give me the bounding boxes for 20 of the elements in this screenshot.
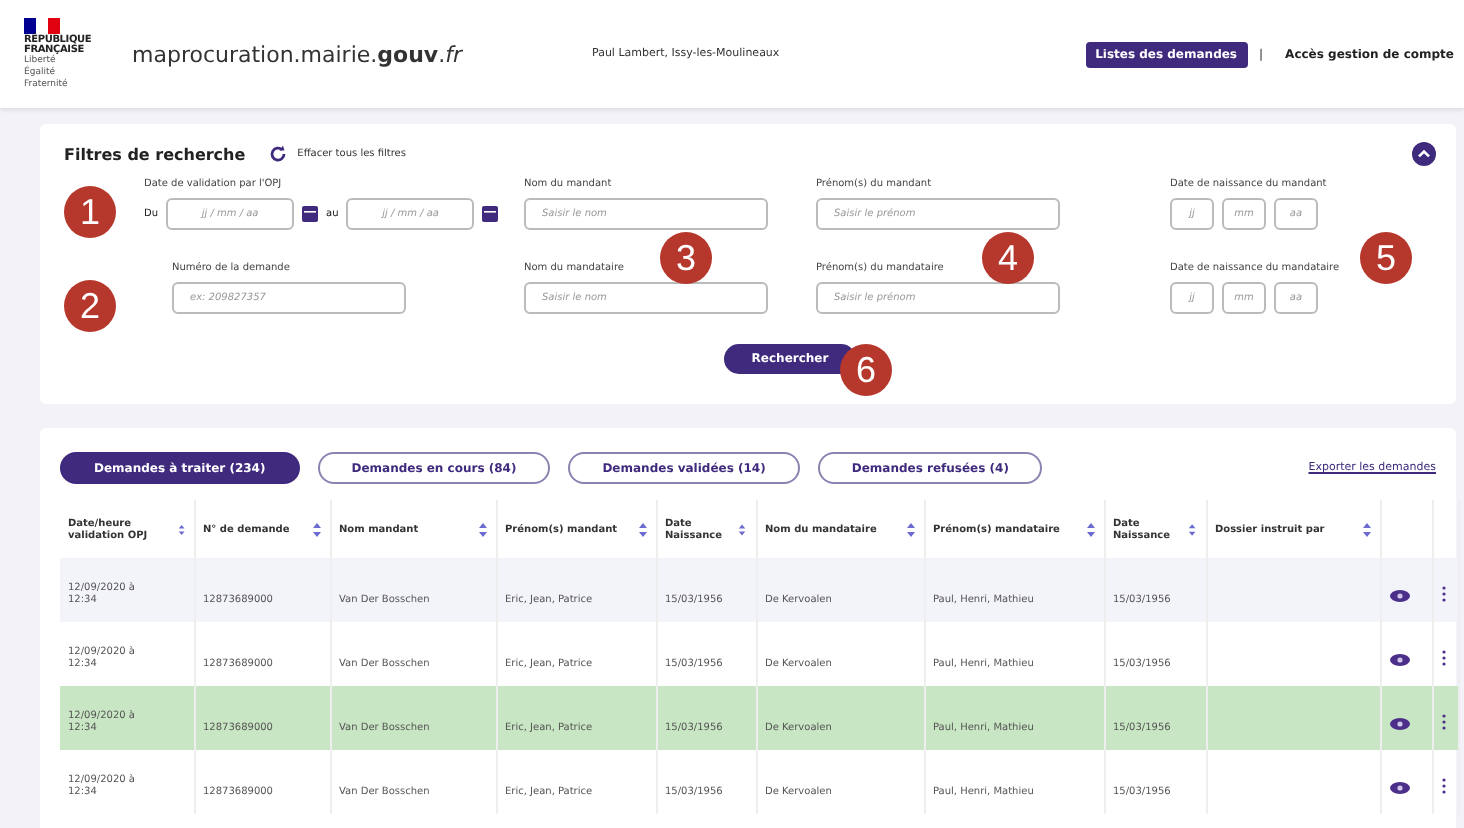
refresh-icon[interactable] (267, 144, 288, 164)
sort-icon[interactable] (1361, 521, 1371, 537)
collapse-icon[interactable] (1412, 142, 1436, 166)
eye-icon[interactable] (1389, 653, 1409, 665)
sort-icon[interactable] (311, 521, 321, 537)
flag-icon (24, 17, 60, 33)
eye-icon[interactable] (1389, 717, 1409, 729)
sort-icon[interactable] (1188, 521, 1197, 537)
sort-icon[interactable] (477, 521, 487, 537)
eye-icon[interactable] (1389, 781, 1409, 793)
calendar-icon[interactable] (302, 206, 319, 222)
eye-icon[interactable] (1389, 589, 1409, 601)
sort-icon[interactable] (177, 521, 185, 537)
filter-title: Filtres de recherche (64, 145, 246, 163)
sort-icon[interactable] (1085, 521, 1095, 537)
site-name: maprocuration.mairie.gouv.fr (132, 41, 465, 67)
calendar-icon[interactable] (482, 206, 499, 222)
sort-icon[interactable] (905, 521, 915, 537)
sort-icon[interactable] (738, 521, 747, 537)
sort-icon[interactable] (637, 521, 647, 537)
